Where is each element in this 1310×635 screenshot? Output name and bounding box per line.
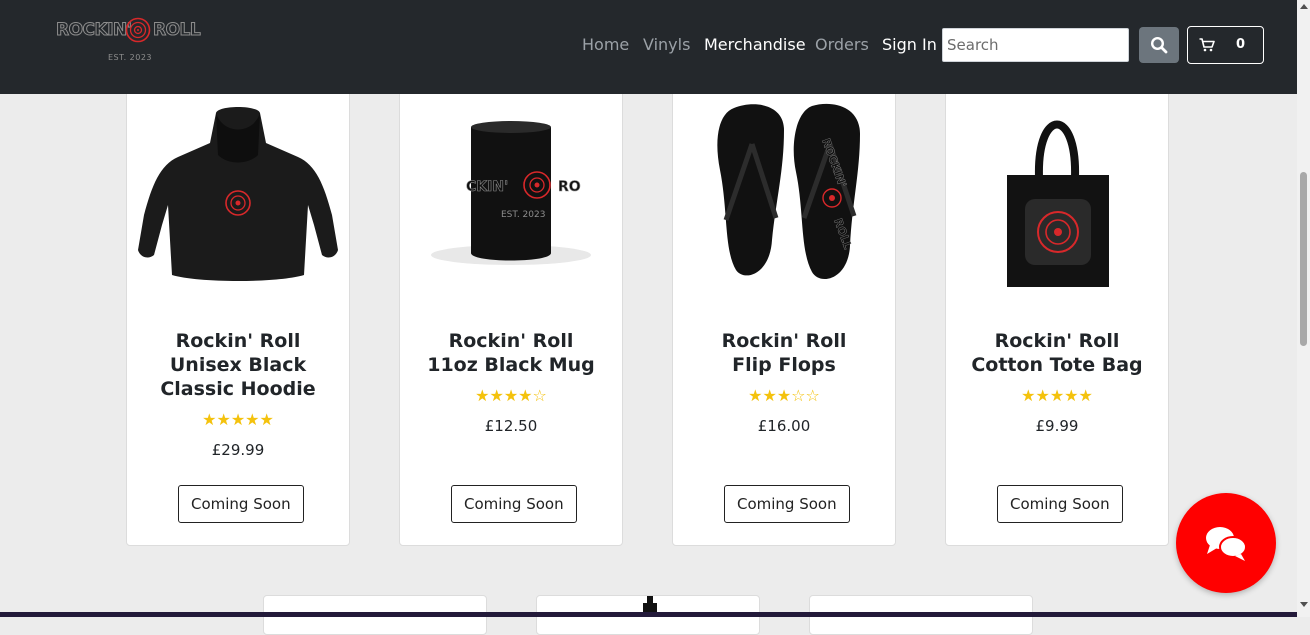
product-title[interactable]: Rockin' Roll Unisex Black Classic Hoodie [127, 329, 349, 401]
star-filled-icon: ★ [1035, 386, 1050, 405]
star-filled-icon: ★ [230, 410, 246, 429]
navbar: ROCKIN' ROLL EST. 2023 Home Vinyls Merch… [0, 0, 1297, 94]
svg-text:EST. 2023: EST. 2023 [501, 210, 545, 220]
hoodie-image [138, 107, 338, 281]
product-price: £9.99 [1035, 417, 1079, 435]
product-image-hoodie[interactable] [137, 95, 339, 295]
product-card[interactable]: Rockin' Roll Cotton Tote Bag ★★★★★ £9.99… [945, 40, 1169, 546]
product-card[interactable]: Rockin' Roll Unisex Black Classic Hoodie… [126, 40, 350, 546]
coming-soon-button[interactable]: Coming Soon [997, 485, 1123, 523]
product-image-flip-flops[interactable]: ROCKIN' ROLL [683, 95, 885, 295]
nav-link-home[interactable]: Home [582, 34, 629, 56]
coming-soon-button[interactable]: Coming Soon [724, 485, 850, 523]
logo-text-left: ROCKIN' [55, 20, 132, 41]
star-filled-icon: ★ [762, 386, 777, 405]
star-filled-icon: ★ [1049, 386, 1065, 405]
mug-image: CKIN' RO EST. 2023 [431, 121, 591, 265]
product-title-line: Rockin' Roll [721, 330, 847, 352]
star-filled-icon: ★ [1021, 386, 1036, 405]
star-rating: ★★★★★ [127, 412, 349, 428]
product-price: £12.50 [484, 417, 538, 435]
star-filled-icon: ★ [1078, 386, 1093, 405]
star-filled-icon: ★ [202, 410, 217, 429]
product-image-mug[interactable]: CKIN' RO EST. 2023 [410, 95, 612, 295]
coming-soon-button[interactable]: Coming Soon [178, 485, 304, 523]
product-title-line: Classic Hoodie [160, 378, 316, 400]
footer-edge [0, 612, 1297, 617]
chat-icon [1206, 527, 1247, 561]
star-filled-icon: ★ [259, 410, 274, 429]
flip-flops-image: ROCKIN' ROLL [717, 103, 860, 280]
search-icon [1150, 36, 1168, 54]
vinyl-record-icon [125, 17, 151, 43]
product-title-line: Rockin' Roll [175, 330, 301, 352]
nav-link-orders[interactable]: Orders [815, 34, 869, 56]
svg-text:CKIN': CKIN' [466, 179, 508, 195]
search-button[interactable] [1139, 27, 1179, 63]
chat-button[interactable] [1176, 493, 1276, 593]
brand-logo[interactable]: ROCKIN' ROLL EST. 2023 [55, 16, 201, 66]
product-title-line: Rockin' Roll [994, 330, 1120, 352]
star-empty-icon: ☆ [805, 386, 820, 405]
product-title[interactable]: Rockin' Roll 11oz Black Mug [400, 329, 622, 377]
star-filled-icon: ★ [776, 386, 792, 405]
product-card[interactable]: ROCKIN' ROLL Rockin' Roll Flip Flops ★★★… [672, 40, 896, 546]
scroll-up-arrow[interactable] [1300, 4, 1308, 9]
logo-est: EST. 2023 [108, 53, 153, 62]
product-title-line: Cotton Tote Bag [971, 354, 1143, 376]
product-title-line: Rockin' Roll [448, 330, 574, 352]
star-empty-icon: ☆ [791, 386, 806, 405]
coming-soon-button[interactable]: Coming Soon [451, 485, 577, 523]
svg-text:RO: RO [558, 179, 581, 195]
product-title-line: Unisex Black [169, 354, 307, 376]
star-filled-icon: ★ [748, 386, 763, 405]
star-filled-icon: ★ [216, 410, 231, 429]
product-title-line: Flip Flops [732, 354, 836, 376]
product-price: £16.00 [757, 417, 811, 435]
star-rating: ★★★★★ [946, 388, 1168, 404]
tote-bag-image [1007, 120, 1109, 287]
nav-link-vinyls[interactable]: Vinyls [643, 34, 690, 56]
product-image-tote-bag[interactable] [956, 95, 1158, 295]
product-title-line: 11oz Black Mug [427, 354, 595, 376]
product-title[interactable]: Rockin' Roll Flip Flops [673, 329, 895, 377]
star-filled-icon: ★ [489, 386, 504, 405]
cart-button[interactable]: 0 [1187, 26, 1264, 64]
star-rating: ★★★★☆ [400, 388, 622, 404]
search-input[interactable] [942, 28, 1129, 62]
product-title[interactable]: Rockin' Roll Cotton Tote Bag [946, 329, 1168, 377]
nav-link-merchandise[interactable]: Merchandise [704, 34, 806, 56]
product-price: £29.99 [211, 441, 265, 459]
nav-link-sign-in[interactable]: Sign In [882, 34, 937, 56]
logo-text-right: ROLL [152, 20, 201, 41]
star-rating: ★★★☆☆ [673, 388, 895, 404]
cart-icon [1199, 38, 1215, 52]
cart-count: 0 [1236, 37, 1246, 52]
star-filled-icon: ★ [475, 386, 490, 405]
star-filled-icon: ★ [245, 410, 260, 429]
scroll-down-arrow[interactable] [1300, 602, 1308, 607]
star-empty-icon: ☆ [532, 386, 547, 405]
star-filled-icon: ★ [518, 386, 533, 405]
scroll-thumb[interactable] [1300, 172, 1307, 346]
page-scrollbar[interactable] [1297, 0, 1310, 617]
product-card[interactable]: CKIN' RO EST. 2023 Rockin' Roll 11oz Bla… [399, 40, 623, 546]
star-filled-icon: ★ [1064, 386, 1079, 405]
star-filled-icon: ★ [503, 386, 519, 405]
